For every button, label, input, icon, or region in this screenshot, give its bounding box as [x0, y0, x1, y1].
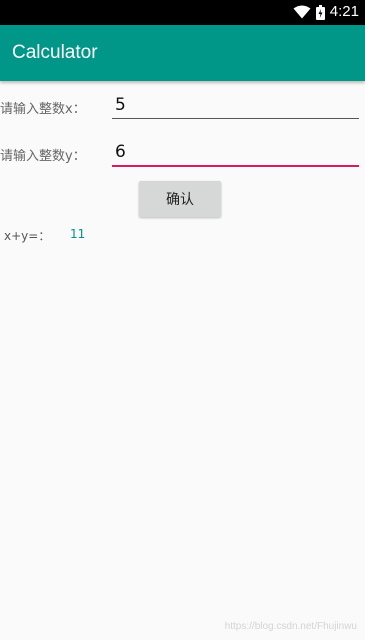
status-bar: 4:21	[0, 0, 365, 25]
x-label: 请输入整数x：	[0, 102, 86, 117]
wifi-icon	[293, 5, 311, 19]
y-input-underline	[112, 165, 359, 167]
result-value: 11	[70, 227, 86, 241]
x-input-underline	[112, 118, 359, 119]
x-input[interactable]	[114, 91, 360, 119]
watermark: https://blog.csdn.net/Fhujinwu	[224, 621, 357, 632]
battery-icon	[315, 4, 325, 20]
result-label: x+y=：	[4, 229, 51, 243]
y-label: 请输入整数y：	[0, 149, 86, 164]
app-title: Calculator	[12, 42, 98, 63]
y-input[interactable]	[114, 138, 360, 166]
app-bar: Calculator	[0, 25, 365, 81]
status-time: 4:21	[329, 3, 359, 20]
confirm-button[interactable]: 确认	[139, 181, 221, 217]
status-icons: 4:21	[293, 2, 359, 22]
